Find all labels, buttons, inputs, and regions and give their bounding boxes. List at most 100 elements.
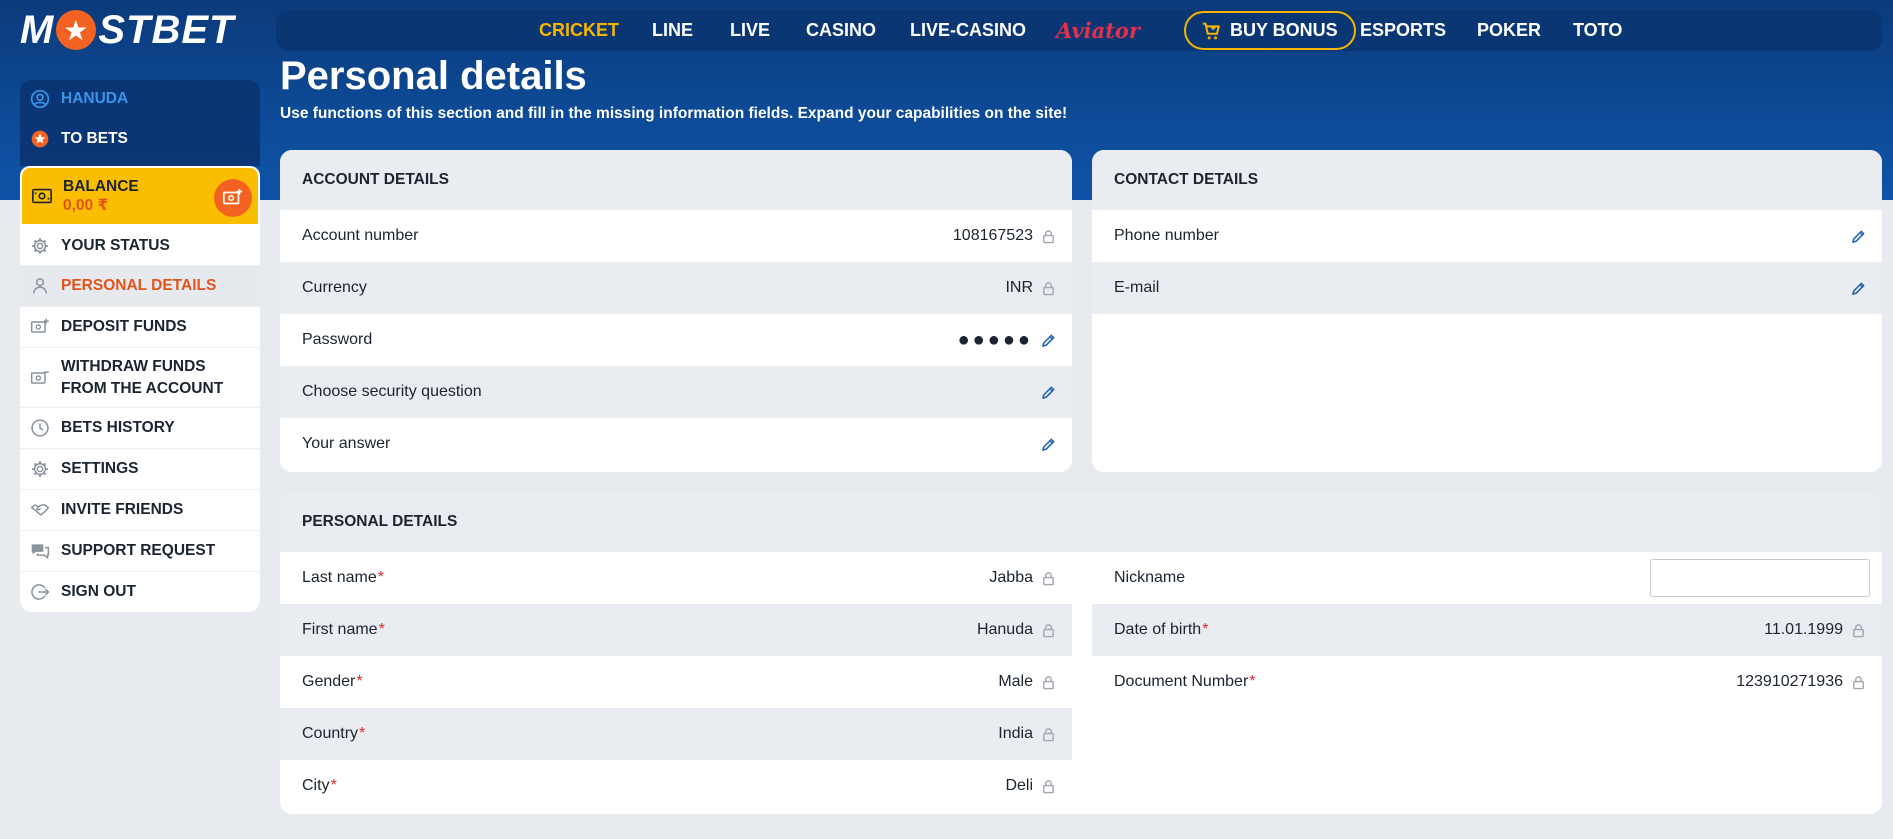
sidebar-item-label: SETTINGS [61, 460, 139, 477]
field-label: Currency [302, 279, 367, 296]
personal-details-heading: PERSONAL DETAILS [280, 492, 1882, 552]
sidebar-item-support-request[interactable]: SUPPORT REQUEST [20, 531, 260, 572]
country-value: India [998, 725, 1033, 742]
person-icon [29, 275, 51, 297]
nav-casino[interactable]: CASINO [806, 10, 876, 51]
edit-pencil-icon[interactable] [1041, 333, 1056, 348]
sidebar-item-settings[interactable]: SETTINGS [20, 449, 260, 490]
logo-text-right: STBET [98, 7, 235, 52]
personal-right-column: Nickname Date of birth* 11.01.1999 Docum… [1092, 552, 1882, 708]
currency-value: INR [1005, 279, 1033, 296]
sidebar-item-sign-out[interactable]: SIGN OUT [20, 572, 260, 612]
nav-line[interactable]: LINE [652, 10, 693, 51]
account-number-value: 108167523 [952, 227, 1033, 244]
nickname-row: Nickname [1092, 552, 1882, 604]
document-number-value: 123910271936 [1736, 673, 1843, 690]
nav-live[interactable]: LIVE [730, 10, 770, 51]
lock-icon [1041, 727, 1056, 742]
nav-esports[interactable]: ESPORTS [1360, 10, 1446, 51]
account-details-heading: ACCOUNT DETAILS [280, 150, 1072, 210]
wallet-plus-icon [29, 316, 51, 338]
field-label: Your answer [302, 435, 391, 452]
city-value: Deli [1005, 777, 1033, 794]
date-of-birth-row: Date of birth* 11.01.1999 [1092, 604, 1882, 656]
gender-value: Male [998, 673, 1033, 690]
sidebar-user[interactable]: HANUDA [20, 82, 260, 116]
field-label: E-mail [1114, 279, 1160, 296]
lock-icon [1041, 675, 1056, 690]
your-answer-row: Your answer [280, 418, 1072, 470]
lock-icon [1851, 675, 1866, 690]
edit-pencil-icon[interactable] [1851, 281, 1866, 296]
lock-icon [1041, 229, 1056, 244]
mostbet-logo[interactable]: M ★ STBET [20, 8, 234, 52]
last-name-value: Jabba [989, 569, 1033, 586]
sidebar-item-label: WITHDRAW FUNDS FROM THE ACCOUNT [61, 357, 224, 397]
quick-deposit-button[interactable] [214, 179, 252, 217]
nav-poker[interactable]: POKER [1477, 10, 1541, 51]
field-label: Date of birth* [1114, 621, 1209, 638]
edit-pencil-icon[interactable] [1041, 385, 1056, 400]
sidebar-item-your-status[interactable]: YOUR STATUS [20, 226, 260, 266]
password-value: ●●●●● [957, 328, 1033, 351]
sidebar-item-invite-friends[interactable]: INVITE FRIENDS [20, 490, 260, 531]
page-subtitle: Use functions of this section and fill i… [280, 105, 1068, 122]
top-navigation: CRICKET LINE LIVE CASINO LIVE-CASINO Avi… [276, 10, 1882, 51]
sidebar-item-deposit-funds[interactable]: DEPOSIT FUNDS [20, 307, 260, 348]
personal-details-card: PERSONAL DETAILS Last name* Jabba First … [280, 492, 1882, 814]
gender-row: Gender* Male [280, 656, 1072, 708]
chat-icon [29, 540, 51, 562]
nav-buy-bonus-button[interactable]: BUY BONUS [1184, 11, 1356, 50]
field-label: Nickname [1114, 569, 1186, 586]
field-label: Choose security question [302, 383, 482, 400]
lock-icon [1041, 779, 1056, 794]
field-label: Password [302, 331, 373, 348]
field-label: Gender* [302, 673, 363, 690]
balance-panel: BALANCE 0,00 ₹ [20, 166, 260, 226]
cart-icon [1202, 22, 1220, 39]
handshake-icon [29, 499, 51, 521]
edit-pencil-icon[interactable] [1851, 229, 1866, 244]
first-name-row: First name* Hanuda [280, 604, 1072, 656]
nav-live-casino[interactable]: LIVE-CASINO [910, 10, 1026, 51]
email-row: E-mail [1092, 262, 1882, 314]
nav-aviator[interactable]: Aviator [1056, 10, 1140, 51]
sidebar-item-label: BETS HISTORY [61, 419, 175, 436]
star-badge-icon [29, 128, 51, 150]
gear-icon [29, 458, 51, 480]
sidebar-item-label: SUPPORT REQUEST [61, 542, 216, 559]
document-number-row: Document Number* 123910271936 [1092, 656, 1882, 708]
sidebar-item-label: INVITE FRIENDS [61, 501, 184, 518]
contact-details-card: CONTACT DETAILS Phone number E-mail [1092, 150, 1882, 472]
date-of-birth-value: 11.01.1999 [1764, 621, 1843, 638]
personal-left-column: Last name* Jabba First name* Hanuda Gend… [280, 552, 1072, 812]
sign-out-icon [29, 581, 51, 603]
last-name-row: Last name* Jabba [280, 552, 1072, 604]
balance-value: 0,00 ₹ [63, 197, 109, 214]
field-label: Document Number* [1114, 673, 1256, 690]
lock-icon [1041, 623, 1056, 638]
sidebar-item-withdraw-funds[interactable]: WITHDRAW FUNDS FROM THE ACCOUNT [20, 348, 260, 408]
page-title: Personal details [280, 54, 587, 98]
account-number-row: Account number 108167523 [280, 210, 1072, 262]
sidebar-to-bets[interactable]: TO BETS [20, 122, 260, 156]
field-label: First name* [302, 621, 385, 638]
nav-toto[interactable]: TOTO [1573, 10, 1622, 51]
nav-cricket[interactable]: CRICKET [539, 10, 619, 51]
sidebar-user-name: HANUDA [61, 90, 129, 107]
logo-star-icon: ★ [56, 10, 97, 50]
sidebar-menu: YOUR STATUS PERSONAL DETAILS DEPOSIT FUN… [20, 226, 260, 612]
sidebar-item-label: SIGN OUT [61, 583, 136, 600]
sidebar-item-personal-details[interactable]: PERSONAL DETAILS [20, 266, 260, 307]
edit-pencil-icon[interactable] [1041, 437, 1056, 452]
clock-icon [29, 417, 51, 439]
user-circle-icon [29, 88, 51, 110]
sidebar-item-bets-history[interactable]: BETS HISTORY [20, 408, 260, 449]
first-name-value: Hanuda [976, 621, 1033, 638]
sidebar-to-bets-label: TO BETS [61, 130, 128, 147]
nickname-input[interactable] [1650, 559, 1870, 597]
country-row: Country* India [280, 708, 1072, 760]
wallet-icon [31, 185, 53, 207]
balance-label: BALANCE [63, 178, 139, 195]
field-label: City* [302, 777, 337, 794]
